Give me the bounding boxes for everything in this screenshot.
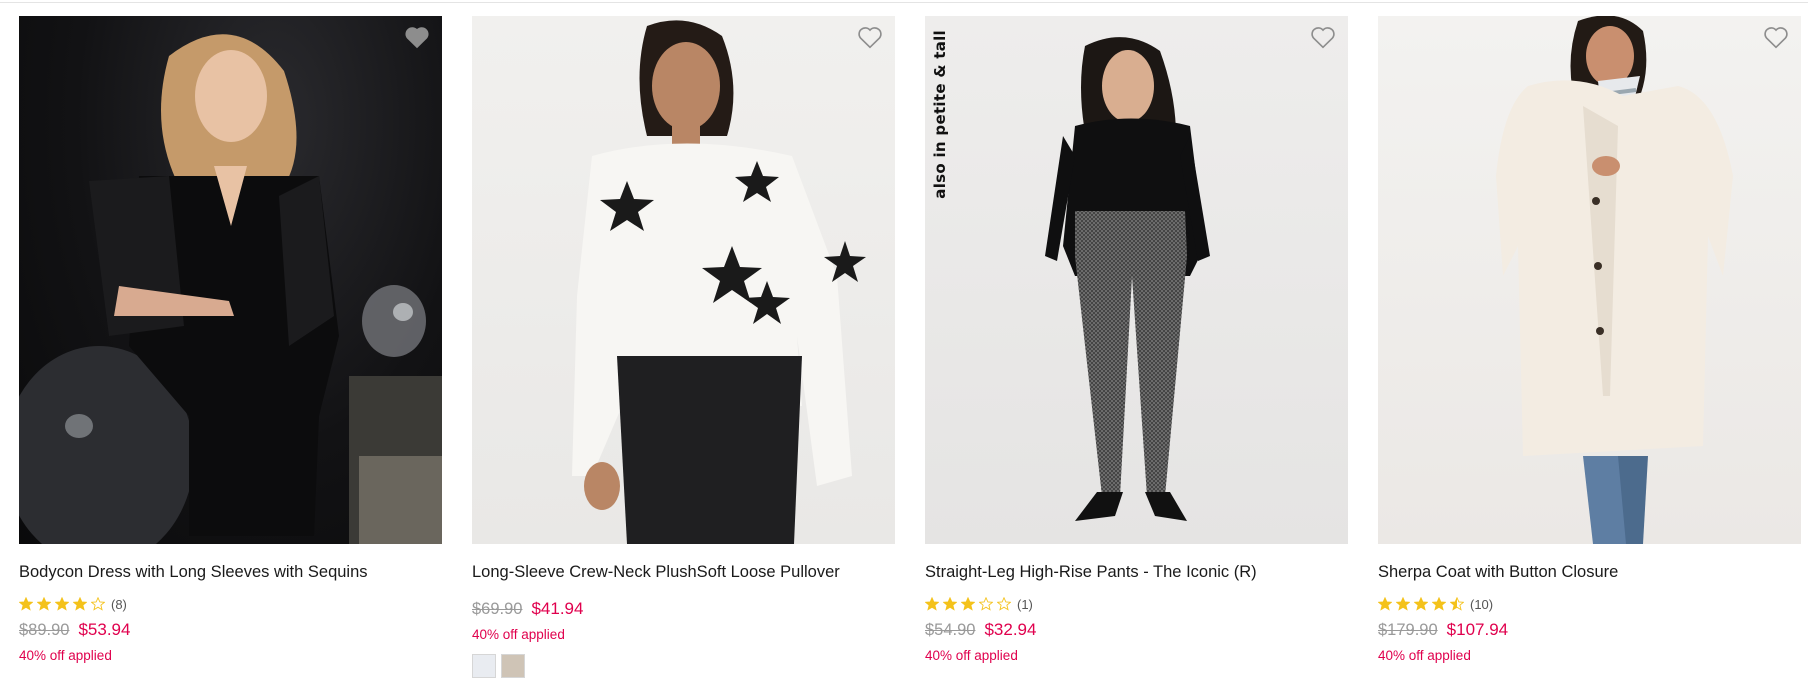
price-row: $89.90 $53.94 bbox=[19, 620, 442, 640]
original-price: $89.90 bbox=[19, 621, 70, 639]
color-swatches bbox=[472, 654, 895, 678]
product-card[interactable]: Sherpa Coat with Button Closure (10) $17… bbox=[1378, 16, 1801, 678]
price-row: $179.90 $107.94 bbox=[1378, 620, 1801, 640]
product-rating[interactable]: (8) bbox=[19, 595, 442, 613]
price-row: $54.90 $32.94 bbox=[925, 620, 1348, 640]
favorite-button[interactable] bbox=[1761, 22, 1791, 52]
star-icon bbox=[37, 597, 51, 611]
star-icon bbox=[1450, 597, 1464, 611]
star-icon bbox=[1432, 597, 1446, 611]
heart-outline-icon bbox=[405, 27, 429, 49]
product-image[interactable]: also in petite & tall bbox=[925, 16, 1348, 544]
review-count: (1) bbox=[1017, 596, 1033, 612]
star-rating bbox=[925, 597, 1011, 611]
product-image[interactable] bbox=[19, 16, 442, 544]
heart-outline-icon bbox=[1311, 27, 1335, 49]
original-price: $69.90 bbox=[472, 600, 523, 618]
color-swatch-white[interactable] bbox=[472, 654, 496, 678]
product-grid: Bodycon Dress with Long Sleeves with Seq… bbox=[19, 16, 1801, 678]
star-icon bbox=[943, 597, 957, 611]
product-rating[interactable]: (1) bbox=[925, 595, 1348, 613]
product-image[interactable] bbox=[472, 16, 895, 544]
heart-outline-icon bbox=[858, 27, 882, 49]
review-count: (10) bbox=[1470, 596, 1494, 612]
product-photo-dress bbox=[19, 34, 442, 544]
original-price: $54.90 bbox=[925, 621, 976, 639]
star-rating bbox=[19, 597, 105, 611]
product-name[interactable]: Long-Sleeve Crew-Neck PlushSoft Loose Pu… bbox=[472, 562, 895, 582]
sale-price: $41.94 bbox=[531, 599, 584, 618]
star-icon bbox=[1414, 597, 1428, 611]
color-swatch-oatmeal[interactable] bbox=[501, 654, 525, 678]
star-icon bbox=[91, 597, 105, 611]
star-icon bbox=[979, 597, 993, 611]
product-card[interactable]: Bodycon Dress with Long Sleeves with Seq… bbox=[19, 16, 442, 678]
product-card[interactable]: Long-Sleeve Crew-Neck PlushSoft Loose Pu… bbox=[472, 16, 895, 678]
star-icon bbox=[1396, 597, 1410, 611]
promo-text: 40% off applied bbox=[925, 648, 1018, 663]
product-card[interactable]: also in petite & tall Straight-Leg High-… bbox=[925, 16, 1348, 678]
star-rating bbox=[1378, 597, 1464, 611]
heart-outline-icon bbox=[1764, 27, 1788, 49]
favorite-button[interactable] bbox=[855, 22, 885, 52]
product-photo-pullover bbox=[572, 20, 866, 544]
favorite-button[interactable] bbox=[1308, 22, 1338, 52]
star-icon bbox=[1378, 597, 1392, 611]
review-count: (8) bbox=[111, 596, 127, 612]
star-icon bbox=[19, 597, 33, 611]
promo-text: 40% off applied bbox=[19, 648, 112, 663]
promo-text: 40% off applied bbox=[472, 627, 565, 642]
product-rating[interactable]: (10) bbox=[1378, 595, 1801, 613]
original-price: $179.90 bbox=[1378, 621, 1438, 639]
fit-availability-tag: also in petite & tall bbox=[931, 30, 949, 199]
product-name[interactable]: Sherpa Coat with Button Closure bbox=[1378, 562, 1801, 582]
sale-price: $32.94 bbox=[984, 620, 1037, 639]
sale-price: $107.94 bbox=[1446, 620, 1509, 639]
favorite-button[interactable] bbox=[402, 22, 432, 52]
star-icon bbox=[961, 597, 975, 611]
product-name[interactable]: Bodycon Dress with Long Sleeves with Seq… bbox=[19, 562, 442, 582]
promo-text: 40% off applied bbox=[1378, 648, 1471, 663]
star-icon bbox=[925, 597, 939, 611]
star-icon bbox=[73, 597, 87, 611]
price-row: $69.90 $41.94 bbox=[472, 599, 895, 619]
star-icon bbox=[55, 597, 69, 611]
page-divider bbox=[0, 2, 1808, 3]
product-image[interactable] bbox=[1378, 16, 1801, 544]
sale-price: $53.94 bbox=[78, 620, 131, 639]
product-name[interactable]: Straight-Leg High-Rise Pants - The Iconi… bbox=[925, 562, 1348, 582]
star-icon bbox=[997, 597, 1011, 611]
product-photo-coat bbox=[1496, 16, 1733, 544]
product-photo-pants bbox=[1045, 37, 1210, 521]
